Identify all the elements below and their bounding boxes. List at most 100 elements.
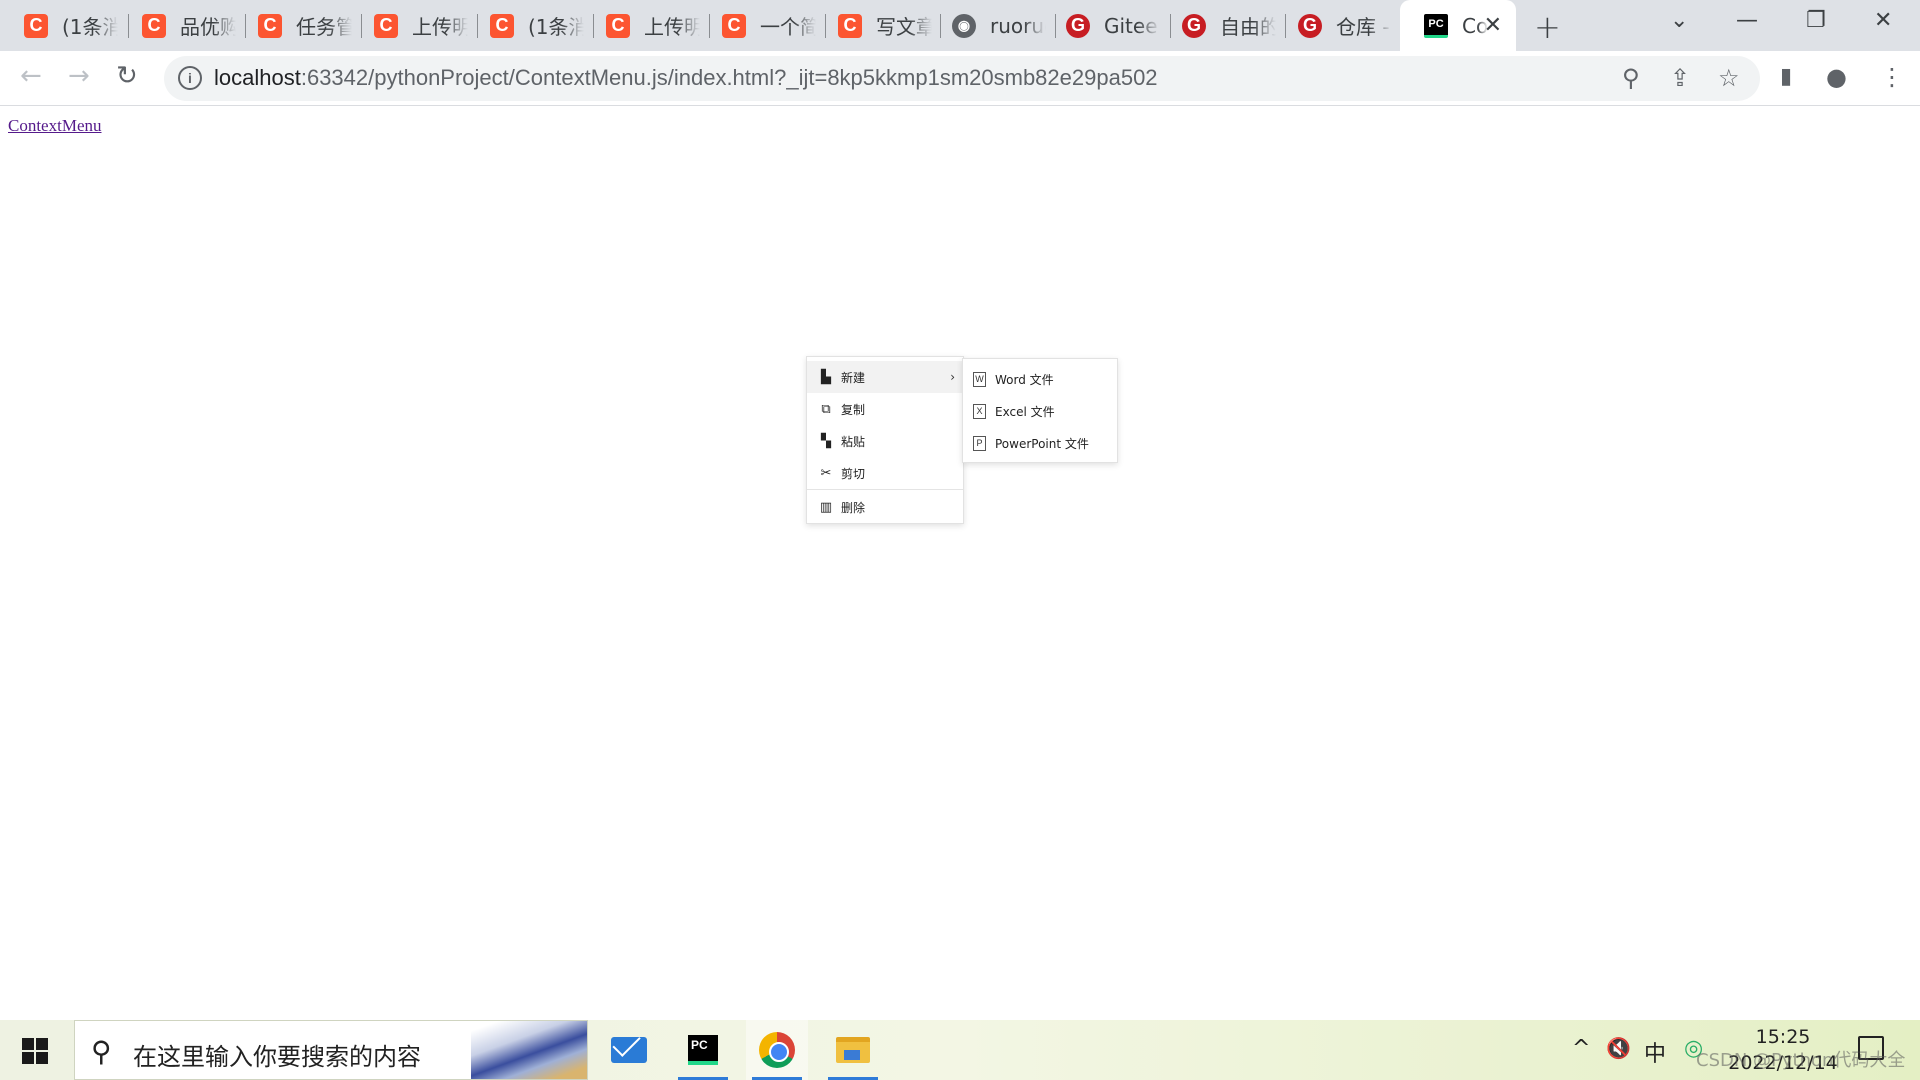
share-icon[interactable]: ⇪	[1670, 64, 1690, 92]
word-file-icon: W	[973, 371, 986, 387]
tab-active[interactable]: PC Co ✕	[1400, 0, 1516, 51]
show-hidden-icons-chevron-icon[interactable]: ^	[1572, 1036, 1590, 1061]
gitee-icon: G	[1066, 13, 1090, 38]
submenu-item-word[interactable]: W Word 文件	[963, 363, 1117, 395]
submenu-item-label: Word 文件	[995, 372, 1054, 387]
tab-9[interactable]: ◉ ruoruo	[928, 0, 1056, 51]
csdn-icon: C	[258, 13, 282, 38]
taskbar-search-box[interactable]: ⚲ 在这里输入你要搜索的内容	[74, 1020, 588, 1080]
forward-icon[interactable]: →	[68, 61, 90, 91]
tab-title: 一个简	[760, 15, 816, 39]
tab-title: 上传明	[644, 15, 700, 39]
tab-title: 任务管	[296, 15, 352, 39]
url-text[interactable]: localhost:63342/pythonProject/ContextMen…	[214, 65, 1158, 91]
tab-3[interactable]: C 任务管	[234, 0, 362, 51]
minimize-icon[interactable]: —	[1736, 8, 1758, 33]
csdn-icon: C	[374, 13, 398, 38]
address-bar[interactable]: i localhost:63342/pythonProject/ContextM…	[164, 56, 1760, 101]
tab-title: 仓库 -	[1336, 15, 1390, 39]
new-tab-icon[interactable]: +	[1534, 8, 1561, 46]
watermark: CSDN @Python代码大全	[1696, 1050, 1906, 1071]
folder-icon	[836, 1037, 870, 1063]
tab-10[interactable]: G Gitee	[1042, 0, 1170, 51]
menu-item-label: 复制	[841, 402, 866, 417]
menu-divider	[807, 489, 963, 490]
tab-5[interactable]: C (1条消息	[466, 0, 594, 51]
pycharm-icon: PC	[688, 1035, 718, 1065]
tab-search-icon[interactable]: ⌄	[1670, 8, 1688, 33]
site-info-icon[interactable]: i	[178, 66, 202, 90]
tab-close-icon[interactable]: ✕	[1484, 13, 1502, 38]
tab-title: 自由的	[1220, 15, 1276, 39]
scissors-icon: ✂	[820, 465, 832, 481]
submenu-item-powerpoint[interactable]: P PowerPoint 文件	[963, 427, 1117, 459]
mail-icon	[611, 1037, 647, 1063]
tab-1[interactable]: C (1条消息	[0, 0, 128, 51]
pycharm-icon: PC	[1424, 13, 1448, 38]
csdn-icon: C	[142, 13, 166, 38]
back-icon[interactable]: ←	[20, 61, 42, 91]
profile-avatar-icon[interactable]: ●	[1826, 63, 1847, 91]
menu-item-new[interactable]: ▙ 新建 ›	[807, 361, 963, 393]
windows-start-icon[interactable]	[22, 1038, 48, 1064]
csdn-icon: C	[24, 13, 48, 38]
volume-muted-icon[interactable]: 🔇	[1606, 1036, 1631, 1060]
tab-7[interactable]: C 一个简	[698, 0, 826, 51]
new-submenu: W Word 文件 X Excel 文件 P PowerPoint 文件	[962, 358, 1118, 463]
tab-title: (1条消息	[528, 15, 584, 39]
submenu-item-excel[interactable]: X Excel 文件	[963, 395, 1117, 427]
csdn-icon: C	[490, 13, 514, 38]
tab-title: 写文章	[876, 15, 932, 39]
csdn-icon: C	[606, 13, 630, 38]
menu-item-label: 删除	[841, 500, 866, 515]
context-menu: ▙ 新建 › ⧉ 复制 ▚ 粘贴 ✂ 剪切 ▥ 删除	[806, 356, 964, 524]
tab-8[interactable]: C 写文章	[814, 0, 942, 51]
search-icon: ⚲	[91, 1035, 112, 1068]
restore-icon[interactable]: ❐	[1806, 8, 1826, 33]
pycharm-app-button[interactable]: PC	[672, 1020, 734, 1080]
browser-toolbar: ← → ↻ i localhost:63342/pythonProject/Co…	[0, 51, 1920, 106]
mail-app-button[interactable]	[598, 1020, 660, 1080]
menu-item-cut[interactable]: ✂ 剪切	[807, 457, 963, 489]
tab-title: ruoruo	[990, 13, 1046, 38]
tab-12[interactable]: G 仓库 -	[1274, 0, 1402, 51]
context-menu-link[interactable]: ContextMenu	[8, 116, 102, 136]
url-host: localhost	[214, 65, 301, 90]
search-highlight-image	[471, 1021, 587, 1079]
csdn-icon: C	[722, 13, 746, 38]
csdn-icon: C	[838, 13, 862, 38]
file-explorer-app-button[interactable]	[822, 1020, 884, 1080]
zoom-icon[interactable]: ⚲	[1622, 64, 1640, 92]
menu-item-copy[interactable]: ⧉ 复制	[807, 393, 963, 425]
chrome-icon	[759, 1032, 795, 1068]
side-panel-icon[interactable]: ▮	[1780, 64, 1792, 89]
copy-icon: ⧉	[821, 401, 831, 417]
reload-icon[interactable]: ↻	[116, 61, 138, 91]
trash-icon: ▥	[819, 499, 833, 515]
powerpoint-file-icon: P	[973, 435, 986, 451]
search-placeholder: 在这里输入你要搜索的内容	[133, 1043, 421, 1071]
gitee-icon: G	[1298, 13, 1322, 38]
excel-file-icon: X	[973, 403, 986, 419]
globe-icon: ◉	[952, 13, 976, 38]
tab-4[interactable]: C 上传明	[350, 0, 478, 51]
file-icon: ▙	[821, 369, 831, 385]
tab-6[interactable]: C 上传明	[582, 0, 710, 51]
chevron-right-icon: ›	[950, 370, 955, 384]
submenu-item-label: Excel 文件	[995, 404, 1055, 419]
menu-item-paste[interactable]: ▚ 粘贴	[807, 425, 963, 457]
tab-title: 品优购	[180, 15, 236, 39]
submenu-item-label: PowerPoint 文件	[995, 436, 1089, 451]
menu-item-delete[interactable]: ▥ 删除	[807, 491, 963, 523]
chrome-app-button[interactable]	[746, 1020, 808, 1080]
menu-item-label: 新建	[841, 370, 866, 385]
menu-item-label: 粘贴	[841, 434, 866, 449]
bookmark-star-icon[interactable]: ☆	[1718, 64, 1740, 92]
tab-11[interactable]: G 自由的	[1158, 0, 1286, 51]
paste-icon: ▚	[821, 433, 831, 449]
tab-2[interactable]: C 品优购	[118, 0, 246, 51]
close-window-icon[interactable]: ✕	[1874, 8, 1892, 33]
tab-title: Gitee	[1104, 13, 1158, 38]
ime-indicator[interactable]: 中	[1644, 1036, 1666, 1068]
browser-menu-icon[interactable]: ⋮	[1880, 63, 1904, 91]
